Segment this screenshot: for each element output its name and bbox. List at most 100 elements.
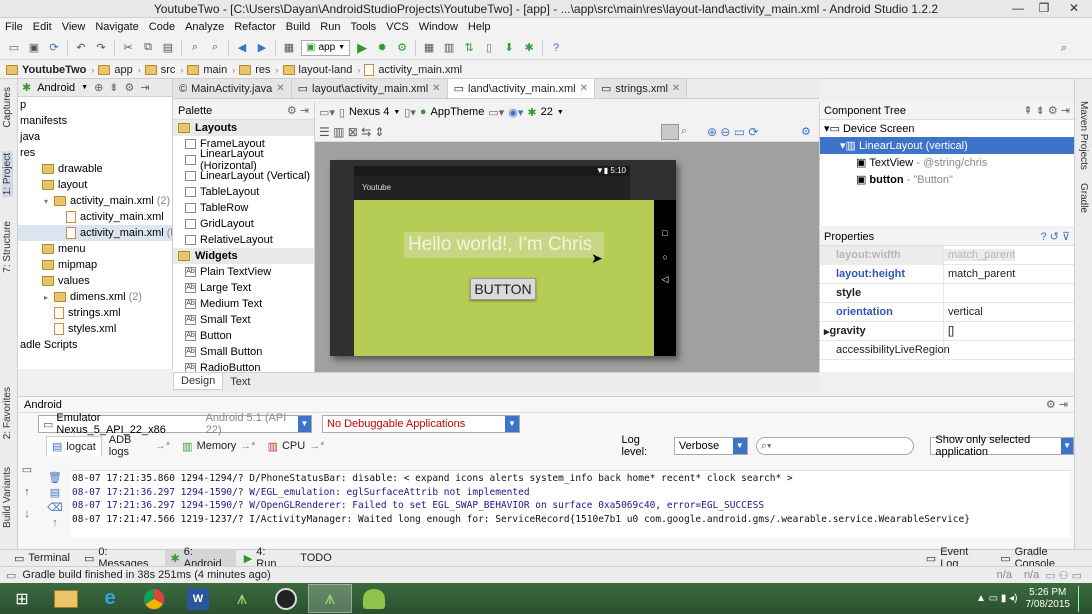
breadcrumb-item[interactable]: layout-land ›: [282, 64, 365, 76]
palette-item[interactable]: Ab Large Text: [173, 280, 314, 296]
tab-event-log[interactable]: ▭ Event Log: [920, 546, 992, 570]
project-tree-item[interactable]: res: [18, 145, 172, 161]
property-row[interactable]: layout:height match_parent: [820, 264, 1074, 284]
project-tree-item[interactable]: ▾ activity_main.xml (2): [18, 193, 172, 209]
menu-build[interactable]: Build: [281, 21, 315, 33]
lock-icon[interactable]: ▭ ⚇ ▭: [1045, 569, 1082, 582]
tab-design[interactable]: Design: [173, 373, 224, 390]
project-tree-item[interactable]: values: [18, 273, 172, 289]
expand-collapse-icons[interactable]: ⇞ ⇟ ⚙ ⇥: [1023, 104, 1070, 117]
breadcrumb-item[interactable]: app ›: [98, 64, 144, 76]
property-value[interactable]: vertical: [944, 306, 983, 318]
menu-help[interactable]: Help: [463, 21, 496, 33]
menu-view[interactable]: View: [57, 21, 91, 33]
file-explorer-icon[interactable]: [44, 584, 88, 613]
tab-android[interactable]: ✱ 6: Android: [164, 546, 236, 570]
sync-scroll-icon[interactable]: ⊕: [94, 81, 103, 94]
chevron-down-icon[interactable]: ▼: [81, 84, 88, 91]
tab-gradle-console[interactable]: ▭ Gradle Console: [994, 546, 1092, 570]
linear-layout-preview[interactable]: Hello world!, I'm Chris BUTTON: [354, 200, 654, 356]
search-everywhere-icon[interactable]: ⌕: [1056, 40, 1072, 56]
expand-arrow-icon[interactable]: ▸: [44, 293, 54, 302]
layout-file-icon[interactable]: ▭▾: [319, 106, 335, 119]
breadcrumb-item[interactable]: activity_main.xml: [364, 63, 466, 76]
close-tab-icon[interactable]: ✕: [672, 83, 680, 94]
project-tree-item[interactable]: mipmap: [18, 257, 172, 273]
menu-analyze[interactable]: Analyze: [180, 21, 229, 33]
expand-arrow-icon[interactable]: ▾: [44, 197, 54, 206]
back-icon[interactable]: ◀: [234, 40, 250, 56]
device-select[interactable]: Nexus 4: [349, 106, 389, 118]
android-monitor-icon[interactable]: ✱: [521, 40, 537, 56]
zoom-icons[interactable]: ⌕: [681, 125, 687, 138]
editor-tab[interactable]: ▭ land\activity_main.xml ✕: [447, 79, 595, 98]
property-row[interactable]: orientation vertical: [820, 302, 1074, 322]
device-select[interactable]: ▭ Emulator Nexus_5_API_22_x86 Android 5.…: [38, 412, 312, 436]
palette-item[interactable]: Ab Small Button: [173, 344, 314, 360]
tab-todo[interactable]: TODO: [294, 550, 338, 566]
menu-code[interactable]: Code: [144, 21, 180, 33]
settings-icon[interactable]: ⚙ ⇥: [287, 104, 309, 117]
palette-item[interactable]: Ab Medium Text: [173, 296, 314, 312]
breadcrumb-item[interactable]: res ›: [239, 64, 282, 76]
sdk-manager-icon[interactable]: ⬇: [501, 40, 517, 56]
component-tree-item[interactable]: ▾ ▥ LinearLayout (vertical): [820, 137, 1074, 154]
property-value[interactable]: []: [944, 325, 954, 337]
button-preview[interactable]: BUTTON: [470, 278, 536, 300]
zoom-fit-button[interactable]: [661, 124, 679, 140]
clock[interactable]: 5:26 PM 7/08/2015: [1026, 587, 1071, 611]
help-icon[interactable]: ?: [548, 40, 564, 56]
breadcrumb-item[interactable]: src ›: [144, 64, 188, 76]
project-tree-item[interactable]: ▸ dimens.xml (2): [18, 289, 172, 305]
palette-item[interactable]: TableLayout: [173, 184, 314, 200]
save-icon[interactable]: ▣: [26, 40, 42, 56]
zoom-in-icon[interactable]: ⊕ ⊖ ▭ ⟳: [707, 125, 759, 139]
tab-memory[interactable]: ▥ Memory →*: [177, 436, 260, 456]
open-icon[interactable]: ▭: [6, 40, 22, 56]
gradle-tool-tab[interactable]: Gradle: [1078, 183, 1089, 213]
menu-tools[interactable]: Tools: [345, 21, 381, 33]
menu-vcs[interactable]: VCS: [381, 21, 414, 33]
filter-select[interactable]: Show only selected application ▼: [930, 434, 1074, 458]
tab-adb-logs[interactable]: ADB logs →*: [104, 434, 175, 458]
show-desktop-button[interactable]: [1078, 585, 1084, 612]
align-icon[interactable]: ☰ ▥ ⊠ ⇆ ⇕: [319, 125, 385, 139]
editor-tab[interactable]: ▭ strings.xml ✕: [594, 79, 688, 98]
orientation-icon[interactable]: ▯▾: [404, 106, 416, 119]
minimize-button[interactable]: —: [1004, 0, 1032, 18]
palette-item[interactable]: Ab Plain TextView: [173, 264, 314, 280]
project-tree-item[interactable]: java: [18, 129, 172, 145]
palette-item[interactable]: LinearLayout (Horizontal): [173, 148, 314, 172]
locale-icon[interactable]: ◉▾: [508, 106, 523, 119]
run-icon[interactable]: ▶: [354, 40, 370, 56]
editor-tab[interactable]: © MainActivity.java ✕: [173, 79, 292, 98]
project-tree-item[interactable]: activity_main.xml: [18, 209, 172, 225]
component-tree-item[interactable]: ▾ ▭ Device Screen: [820, 120, 1074, 137]
textview-preview[interactable]: Hello world!, I'm Chris: [404, 232, 604, 258]
maximize-button[interactable]: ❐: [1030, 0, 1058, 18]
collapse-all-icon[interactable]: ⇟: [109, 81, 118, 94]
cut-icon[interactable]: ✂: [120, 40, 136, 56]
property-row[interactable]: ▸ gravity[]: [820, 321, 1074, 341]
breadcrumb-item[interactable]: YoutubeTwo ›: [6, 64, 98, 76]
undo-icon[interactable]: ↶: [73, 40, 89, 56]
menu-navigate[interactable]: Navigate: [90, 21, 143, 33]
project-tree-item[interactable]: strings.xml: [18, 305, 172, 321]
forward-icon[interactable]: ▶: [254, 40, 270, 56]
menu-window[interactable]: Window: [414, 21, 463, 33]
start-button[interactable]: ⊞: [0, 584, 44, 613]
tray-icons[interactable]: ▲ ▭ ▮ ◂): [976, 593, 1018, 604]
android-studio-icon[interactable]: ⩚: [220, 584, 264, 613]
editor-tab[interactable]: ▭ layout\activity_main.xml ✕: [291, 79, 448, 98]
palette-item[interactable]: RelativeLayout: [173, 232, 314, 248]
project-tree-item[interactable]: menu: [18, 241, 172, 257]
chrome-icon[interactable]: [132, 584, 176, 613]
project-tree-item[interactable]: manifests: [18, 113, 172, 129]
property-value[interactable]: match_parent: [944, 268, 1015, 280]
close-tab-icon[interactable]: ✕: [432, 83, 440, 94]
logcat-actions[interactable]: 🗑 ▤ ⌫ ↑: [46, 471, 64, 541]
property-row[interactable]: layout:width match_parent: [820, 245, 1074, 265]
tab-run[interactable]: ▶ 4: Run: [238, 546, 292, 570]
theme-select[interactable]: AppTheme: [431, 106, 485, 118]
breadcrumb-item[interactable]: main ›: [187, 64, 239, 76]
